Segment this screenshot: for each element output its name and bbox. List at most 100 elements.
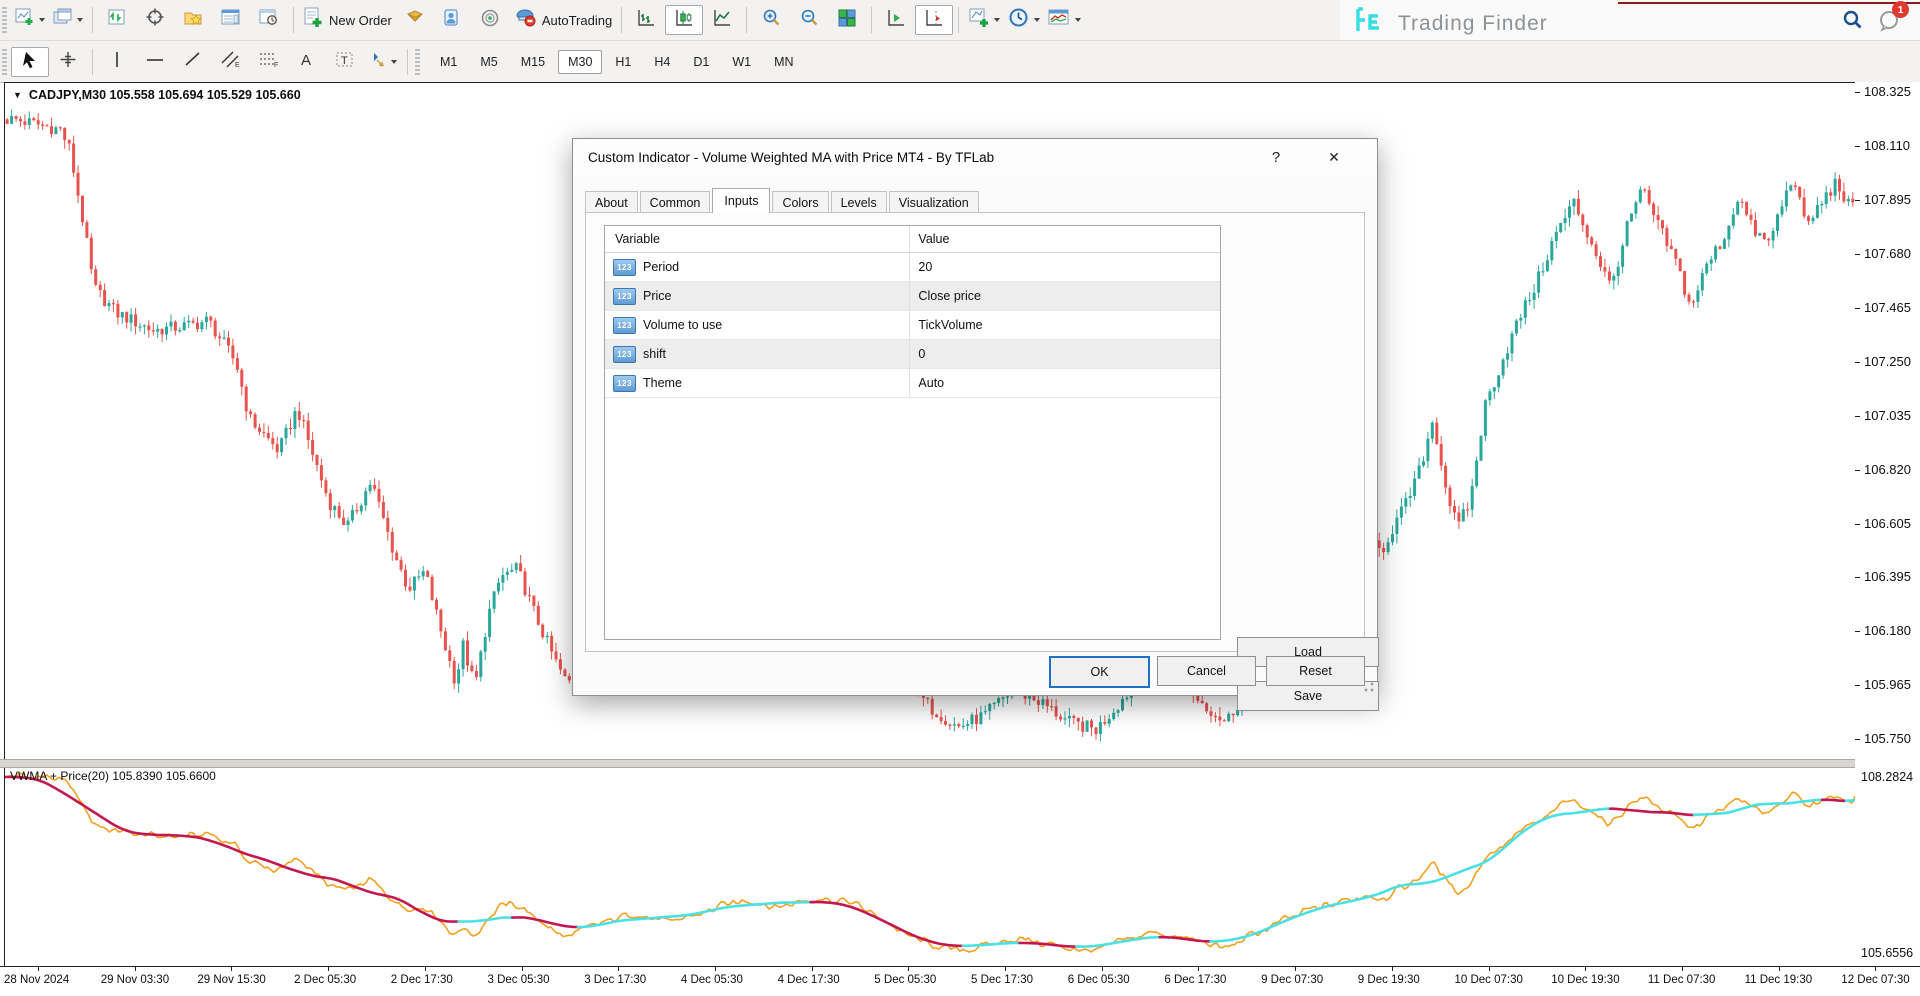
timeframe-w1[interactable]: W1: [722, 50, 761, 74]
param-row-price[interactable]: 123PriceClose price: [605, 282, 1220, 311]
profiles-button[interactable]: [49, 5, 87, 35]
param-row-volume-to-use[interactable]: 123Volume to useTickVolume: [605, 311, 1220, 340]
data-window-button[interactable]: [136, 5, 174, 35]
time-axis-label: 6 Dec 17:30: [1164, 974, 1226, 986]
main-toolbar: New Order AutoTrading: [0, 0, 1920, 41]
param-row-shift[interactable]: 123shift0: [605, 340, 1220, 369]
text-label-button[interactable]: T: [326, 47, 364, 77]
zoom-out-button[interactable]: [790, 5, 828, 35]
close-icon[interactable]: ✕: [1321, 144, 1347, 170]
bar-chart-button[interactable]: [627, 5, 665, 35]
pane-splitter[interactable]: [0, 759, 1920, 768]
tab-visualization[interactable]: Visualization: [889, 191, 979, 213]
zoom-in-button[interactable]: [752, 5, 790, 35]
crosshair-button[interactable]: [49, 47, 87, 77]
autotrading-button[interactable]: AutoTrading: [510, 5, 616, 35]
timeframe-d1[interactable]: D1: [683, 50, 719, 74]
indicators-button[interactable]: [964, 5, 1004, 35]
time-axis-tick: [425, 967, 426, 971]
time-axis-label: 4 Dec 17:30: [778, 974, 840, 986]
time-axis-tick: [1102, 967, 1103, 971]
strategy-tester-button[interactable]: [250, 5, 288, 35]
param-row-theme[interactable]: 123ThemeAuto: [605, 369, 1220, 398]
resize-grip[interactable]: [1364, 682, 1374, 692]
line-chart-button[interactable]: [703, 5, 741, 35]
toolbar-grip[interactable]: [415, 49, 420, 75]
candlestick-chart-button[interactable]: [665, 5, 703, 35]
trendline-button[interactable]: [174, 47, 212, 77]
param-value[interactable]: 0: [918, 347, 925, 361]
dialog-titlebar[interactable]: Custom Indicator - Volume Weighted MA wi…: [573, 139, 1377, 175]
param-name: Period: [643, 260, 679, 274]
time-axis-label: 3 Dec 05:30: [488, 974, 550, 986]
tab-common[interactable]: Common: [640, 191, 711, 213]
arrows-button[interactable]: [364, 47, 402, 77]
tab-levels[interactable]: Levels: [831, 191, 887, 213]
reset-button[interactable]: Reset: [1266, 656, 1365, 686]
vertical-line-button[interactable]: [98, 47, 136, 77]
channel-icon: E: [220, 50, 242, 74]
price-axis-label: 106.605: [1864, 516, 1911, 531]
param-value[interactable]: Auto: [918, 376, 944, 390]
timeframe-h1[interactable]: H1: [605, 50, 641, 74]
time-axis[interactable]: 28 Nov 202429 Nov 03:3029 Nov 15:302 Dec…: [0, 967, 1920, 996]
equidistant-channel-button[interactable]: E: [212, 47, 250, 77]
time-axis-tick: [1295, 967, 1296, 971]
param-row-period[interactable]: 123 Period 20: [605, 253, 1220, 282]
signals-button[interactable]: [472, 5, 510, 35]
numeric-param-icon: 123: [613, 317, 636, 334]
svg-text:T: T: [341, 55, 348, 67]
metaeditor-button[interactable]: [396, 5, 434, 35]
community-button[interactable]: [434, 5, 472, 35]
time-axis-label: 29 Nov 03:30: [101, 974, 169, 986]
tab-about[interactable]: About: [585, 191, 638, 213]
help-button[interactable]: ?: [1263, 144, 1289, 170]
notifications-button[interactable]: 1: [1878, 8, 1902, 37]
chart-shift-icon: [924, 8, 945, 33]
price-axis-tick: [1855, 470, 1860, 471]
templates-button[interactable]: [1044, 5, 1085, 35]
timeframe-mn[interactable]: MN: [764, 50, 803, 74]
new-order-button[interactable]: New Order: [299, 5, 396, 35]
timeframe-group: M1M5M15M30H1H4D1W1MN: [430, 50, 807, 74]
time-axis-label: 4 Dec 05:30: [681, 974, 743, 986]
toolbar-grip[interactable]: [2, 49, 7, 75]
horizontal-line-button[interactable]: [136, 47, 174, 77]
param-value[interactable]: Close price: [918, 289, 981, 303]
periods-button[interactable]: [1004, 5, 1044, 35]
cursor-button[interactable]: [11, 47, 49, 77]
price-axis[interactable]: 108.325108.110107.895107.680107.465107.2…: [1855, 82, 1920, 966]
tile-windows-button[interactable]: [828, 5, 866, 35]
timeframe-m30[interactable]: M30: [558, 50, 602, 74]
new-chart-button[interactable]: [11, 5, 49, 35]
param-value[interactable]: TickVolume: [918, 318, 982, 332]
param-name: Price: [643, 289, 671, 303]
timeframe-m5[interactable]: M5: [470, 50, 507, 74]
terminal-button[interactable]: [212, 5, 250, 35]
navigator-button[interactable]: [174, 5, 212, 35]
indicator-chart[interactable]: [5, 766, 1855, 966]
fibonacci-button[interactable]: F: [250, 47, 288, 77]
cancel-button[interactable]: Cancel: [1157, 656, 1256, 686]
timeframe-m15[interactable]: M15: [511, 50, 555, 74]
timeframe-m1[interactable]: M1: [430, 50, 467, 74]
auto-scroll-button[interactable]: [877, 5, 915, 35]
time-axis-label: 6 Dec 05:30: [1068, 974, 1130, 986]
tab-inputs[interactable]: Inputs: [712, 188, 770, 213]
dialog-tabs: AboutCommonInputsColorsLevelsVisualizati…: [585, 189, 981, 213]
ok-button[interactable]: OK: [1049, 656, 1150, 688]
chart-shift-button[interactable]: [915, 5, 953, 35]
search-icon[interactable]: [1842, 9, 1864, 36]
text-button[interactable]: A: [288, 47, 326, 77]
autotrading-label: AutoTrading: [542, 13, 612, 28]
timeframe-h4[interactable]: H4: [644, 50, 680, 74]
toolbar-grip[interactable]: [2, 7, 7, 33]
notification-badge: 1: [1892, 1, 1909, 18]
tab-colors[interactable]: Colors: [772, 191, 828, 213]
param-value[interactable]: 20: [918, 260, 932, 274]
market-watch-button[interactable]: [98, 5, 136, 35]
fibonacci-icon: F: [258, 50, 280, 74]
numeric-param-icon: 123: [613, 259, 636, 276]
price-axis-label: 107.465: [1864, 300, 1911, 315]
numeric-param-icon: 123: [613, 346, 636, 363]
